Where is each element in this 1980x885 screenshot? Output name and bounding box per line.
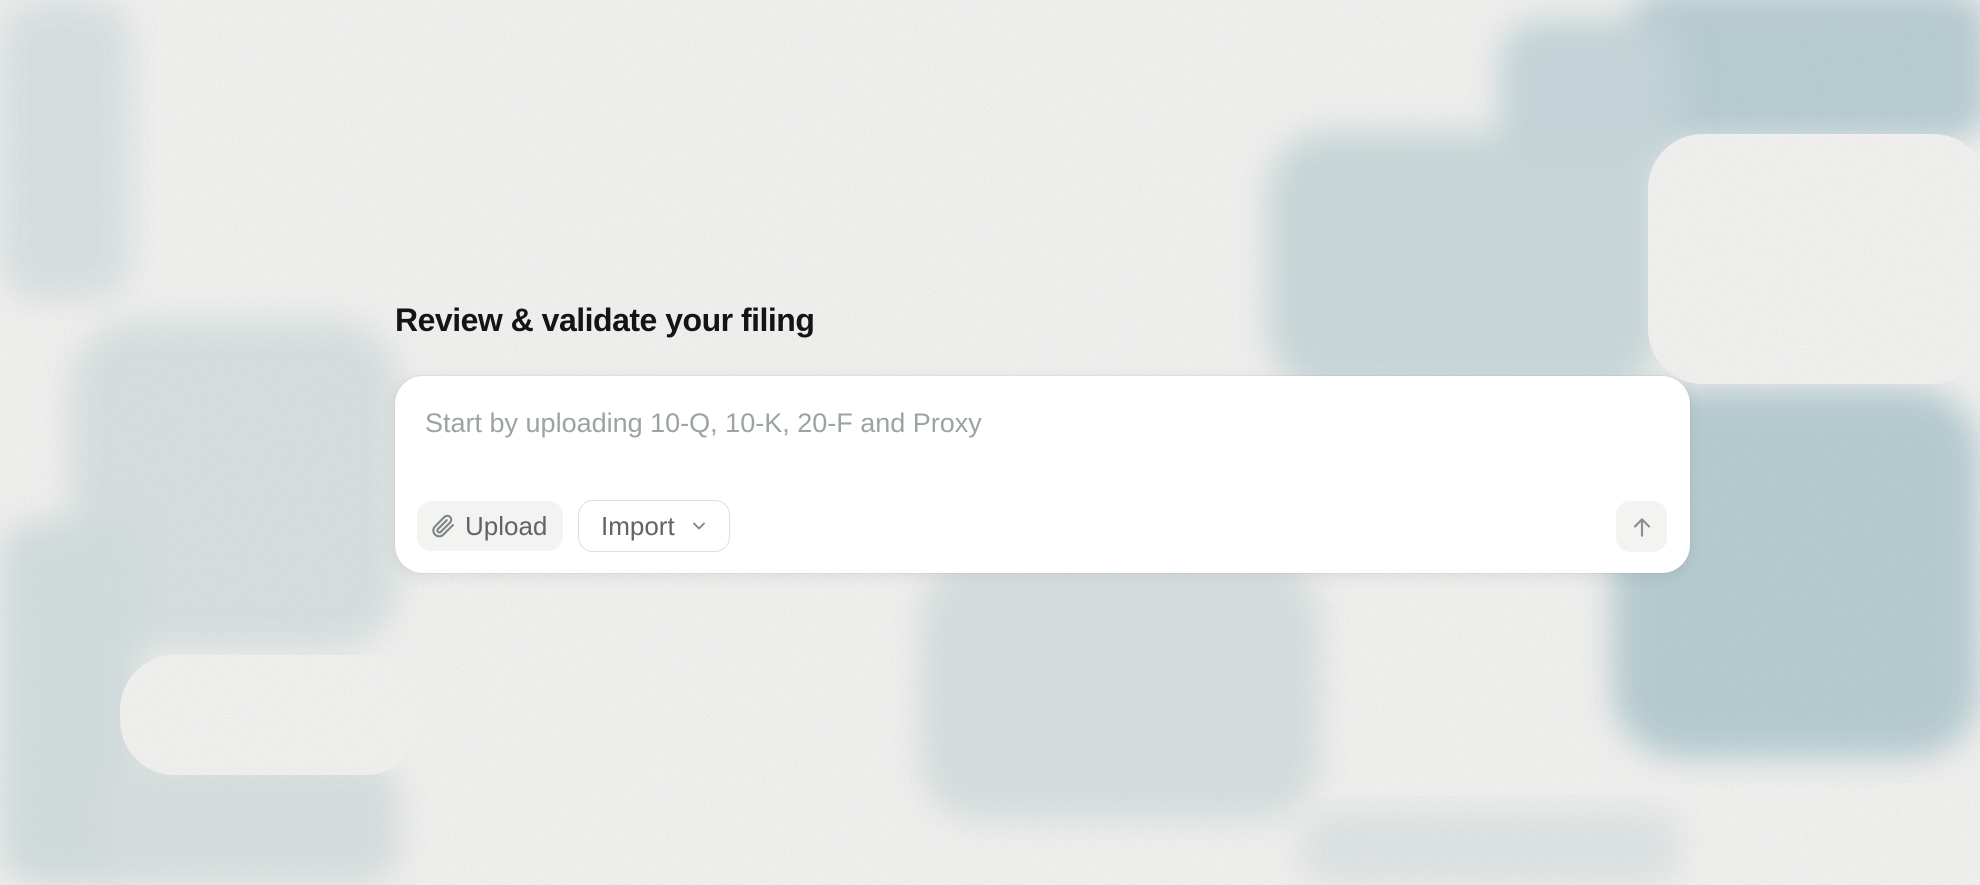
arrow-up-icon	[1629, 514, 1655, 540]
upload-label: Upload	[465, 510, 548, 541]
page-title: Review & validate your filing	[395, 302, 815, 338]
import-dropdown-button[interactable]: Import	[578, 500, 730, 552]
upload-button[interactable]: Upload	[417, 501, 564, 551]
paperclip-icon	[429, 512, 457, 540]
import-label: Import	[601, 510, 675, 541]
main-content: Review & validate your filing Upload Imp…	[395, 298, 1690, 573]
send-button[interactable]	[1616, 501, 1667, 552]
filing-composer: Upload Import	[395, 376, 1690, 573]
chevron-down-icon	[689, 516, 709, 536]
filing-prompt-input[interactable]	[425, 402, 1645, 444]
